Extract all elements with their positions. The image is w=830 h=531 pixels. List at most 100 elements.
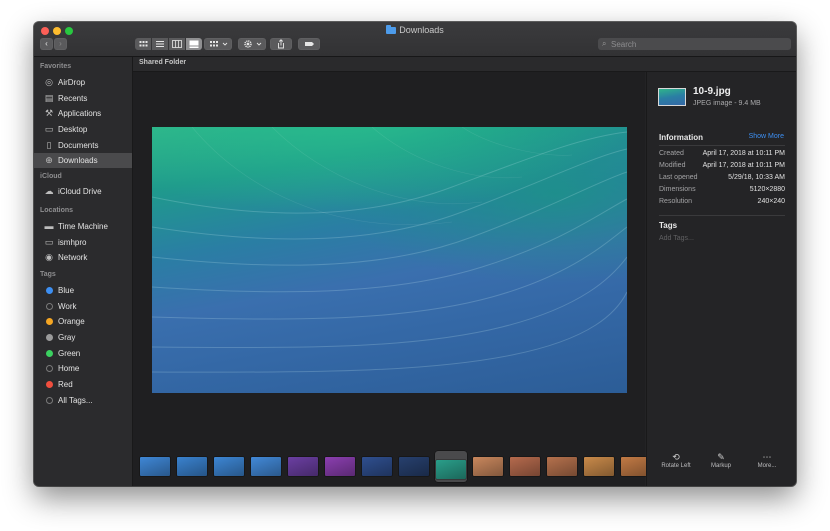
sidebar-item-time-machine[interactable]: ▬ Time Machine: [34, 219, 132, 234]
wave-image: [152, 127, 627, 373]
action-label: Markup: [710, 463, 731, 469]
sidebar-item-work[interactable]: Work: [34, 299, 132, 314]
time-machine-icon: ▬: [44, 221, 54, 231]
search-input[interactable]: [611, 38, 781, 50]
search-field[interactable]: ⌕: [598, 38, 791, 50]
sidebar-item-label: Documents: [58, 140, 99, 150]
icon-view-button[interactable]: [135, 38, 151, 50]
path-label: Shared Folder: [139, 59, 187, 66]
sidebar-section-icloud: iCloud: [40, 173, 62, 180]
tag-icon: [305, 42, 314, 46]
filmstrip-thumbnail[interactable]: [251, 457, 281, 476]
information-heading: Information: [659, 133, 703, 142]
toolbar: Downloads ‹ › ⌕ Search: [34, 22, 796, 57]
filmstrip-thumbnail[interactable]: [214, 457, 244, 476]
back-button[interactable]: ‹: [40, 38, 53, 50]
filmstrip-thumbnail[interactable]: [473, 457, 503, 476]
sidebar-item-downloads[interactable]: ⊕ Downloads: [34, 153, 132, 169]
desktop-icon: ▭: [44, 123, 54, 134]
info-key: Created: [659, 150, 684, 157]
tag-button[interactable]: [298, 38, 320, 50]
sidebar-item-label: Time Machine: [58, 222, 108, 231]
more-button[interactable]: ⋯ More...: [747, 452, 787, 469]
recents-icon: ▤: [44, 92, 54, 103]
filmstrip-thumbnail[interactable]: [325, 457, 355, 476]
group-by-button[interactable]: [204, 38, 232, 50]
gallery-view-button[interactable]: [186, 38, 202, 50]
gallery-view: [133, 72, 651, 486]
applications-icon: ⚒: [44, 108, 54, 119]
markup-icon: ✎: [717, 452, 725, 462]
filmstrip-thumbnail[interactable]: [510, 457, 540, 476]
rotate-left-icon: ⟲: [672, 452, 680, 462]
sidebar-item-label: Blue: [58, 286, 75, 295]
info-key: Modified: [659, 162, 686, 169]
image-preview[interactable]: [152, 127, 627, 393]
filmstrip-thumbnail[interactable]: [584, 457, 614, 476]
sidebar-item-orange[interactable]: Orange: [34, 314, 132, 329]
sidebar-item-recents[interactable]: ▤ Recents: [34, 91, 132, 106]
share-button[interactable]: [270, 38, 292, 50]
tag-color-dot-icon: [46, 302, 53, 310]
sidebar-item-airdrop[interactable]: ◎ AirDrop: [34, 75, 132, 90]
sidebar-item-network[interactable]: ◉ Network: [34, 250, 132, 265]
sidebar-item-label: Recents: [58, 93, 88, 103]
window-title: Downloads: [34, 25, 796, 35]
info-value: April 17, 2018 at 10:11 PM: [702, 150, 785, 157]
show-more-link[interactable]: Show More: [749, 133, 784, 140]
search-icon: ⌕: [602, 39, 607, 48]
filmstrip-thumbnail[interactable]: [547, 457, 577, 476]
preview-inspector: 10-9.jpg JPEG image - 9.4 MB Information…: [646, 72, 796, 486]
filmstrip-thumbnail[interactable]: [140, 457, 170, 476]
more-icon: ⋯: [762, 452, 772, 462]
sidebar-item-label: Orange: [58, 317, 85, 327]
sidebar-item-applications[interactable]: ⚒ Applications: [34, 106, 132, 121]
add-tags-field[interactable]: Add Tags...: [659, 235, 694, 242]
filmstrip-thumbnail[interactable]: [177, 457, 207, 476]
info-value: 240×240: [757, 198, 785, 205]
info-key: Last opened: [659, 174, 698, 181]
info-value: April 17, 2018 at 10:11 PM: [702, 162, 785, 169]
sidebar-item-green[interactable]: Green: [34, 346, 132, 361]
info-key: Dimensions: [659, 186, 696, 193]
sidebar-item-label: Desktop: [58, 124, 88, 134]
info-key: Resolution: [659, 198, 693, 205]
sidebar-item-label: Gray: [58, 332, 76, 342]
list-view-button[interactable]: [152, 38, 168, 50]
sidebar-item-blue[interactable]: Blue: [34, 283, 132, 298]
sidebar-item-documents[interactable]: ▯ Documents: [34, 138, 132, 153]
file-name: 10-9.jpg: [693, 86, 731, 97]
tag-color-dot-icon: [46, 349, 53, 357]
sidebar-item-home[interactable]: Home: [34, 361, 132, 376]
sidebar-item-all-tags[interactable]: All Tags...: [34, 393, 132, 408]
sidebar-item-label: Applications: [58, 109, 102, 119]
info-value: 5120×2880: [749, 186, 785, 193]
gear-icon: [244, 40, 262, 48]
filmstrip-thumbnail[interactable]: [362, 457, 392, 476]
tag-color-dot-icon: [46, 287, 53, 294]
info-row-last-opened: Last opened 5/29/18, 10:33 AM: [659, 174, 785, 184]
sidebar-item-ismhpro[interactable]: ▭ ismhpro: [34, 235, 132, 250]
group-grid-icon: [210, 41, 228, 47]
gallery-icon: [189, 40, 199, 48]
action-menu-button[interactable]: [238, 38, 266, 50]
sidebar-item-label: All Tags...: [58, 395, 93, 405]
markup-button[interactable]: ✎ Markup: [701, 452, 741, 469]
sidebar-item-red[interactable]: Red: [34, 377, 132, 392]
filmstrip-thumbnail[interactable]: [288, 457, 318, 476]
rotate-left-button[interactable]: ⟲ Rotate Left: [656, 452, 696, 469]
sidebar-item-desktop[interactable]: ▭ Desktop: [34, 122, 132, 137]
forward-button[interactable]: ›: [54, 38, 67, 50]
sidebar-item-icloud-drive[interactable]: ☁ iCloud Drive: [34, 184, 132, 199]
action-label: More...: [757, 463, 777, 469]
info-row-dimensions: Dimensions 5120×2880: [659, 186, 785, 196]
column-view-button[interactable]: [169, 38, 185, 50]
sidebar-item-gray[interactable]: Gray: [34, 330, 132, 345]
sidebar-item-label: ismhpro: [58, 237, 87, 247]
filmstrip-thumbnail[interactable]: [436, 460, 466, 479]
path-header: Shared Folder: [133, 57, 796, 72]
sidebar-section-tags: Tags: [40, 271, 56, 278]
file-kind: JPEG image - 9.4 MB: [693, 100, 761, 107]
filmstrip-thumbnail[interactable]: [399, 457, 429, 476]
sidebar-item-label: Work: [58, 301, 77, 311]
